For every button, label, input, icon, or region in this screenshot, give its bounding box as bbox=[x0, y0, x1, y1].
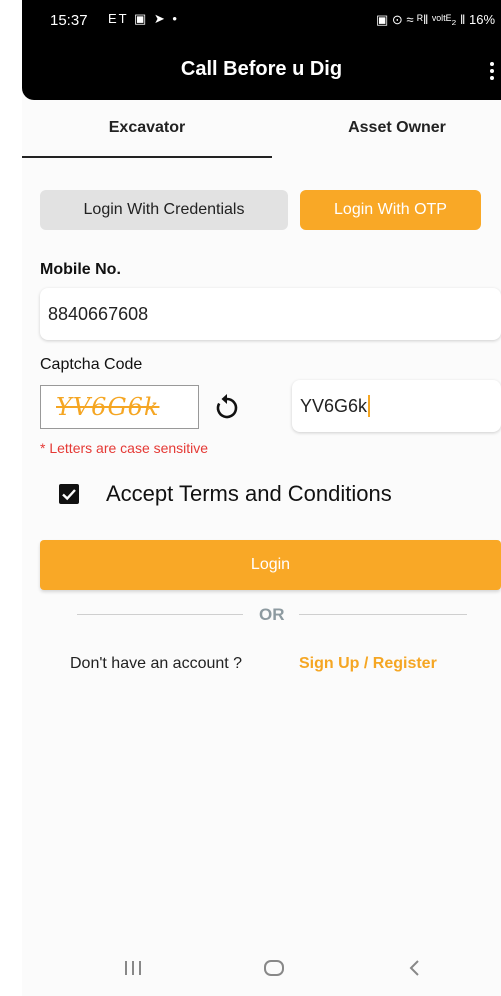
refresh-icon[interactable] bbox=[214, 393, 240, 421]
home-icon[interactable] bbox=[262, 958, 286, 983]
divider-right bbox=[299, 614, 467, 615]
captcha-input[interactable]: YV6G6k bbox=[292, 380, 501, 432]
recent-apps-icon[interactable] bbox=[122, 958, 144, 983]
terms-checkbox[interactable] bbox=[59, 484, 79, 504]
status-time: 15:37 bbox=[50, 12, 88, 29]
or-divider-text: OR bbox=[259, 605, 285, 624]
case-sensitive-hint: * Letters are case sensitive bbox=[40, 440, 209, 456]
captcha-label: Captcha Code bbox=[40, 356, 143, 373]
system-nav-bar bbox=[22, 940, 501, 996]
back-icon[interactable] bbox=[406, 958, 424, 983]
login-with-credentials-button[interactable]: Login With Credentials bbox=[40, 190, 288, 230]
tab-asset-owner[interactable]: Asset Owner bbox=[272, 100, 501, 156]
text-cursor bbox=[368, 395, 371, 417]
status-right-icons: ▣ ⊙ ≈ ᴿ‖ ᵛᵒˡᵗᴱ₂ ‖ 16% bbox=[376, 12, 495, 27]
status-bar: 15:37 ET ▣ ➤ • ▣ ⊙ ≈ ᴿ‖ ᵛᵒˡᵗᴱ₂ ‖ 16% bbox=[22, 0, 501, 46]
tab-excavator[interactable]: Excavator bbox=[22, 100, 272, 158]
captcha-input-value: YV6G6k bbox=[300, 395, 368, 416]
mobile-label: Mobile No. bbox=[40, 261, 121, 278]
app-screen: 15:37 ET ▣ ➤ • ▣ ⊙ ≈ ᴿ‖ ᵛᵒˡᵗᴱ₂ ‖ 16% Cal… bbox=[22, 0, 501, 996]
role-tabs: Excavator Asset Owner bbox=[22, 100, 501, 158]
login-button[interactable]: Login bbox=[40, 540, 501, 590]
signup-question: Don't have an account ? bbox=[70, 655, 243, 672]
captcha-image: YV6G6k bbox=[40, 385, 199, 429]
mobile-input[interactable]: 8840667608 bbox=[40, 288, 501, 340]
mobile-input-value: 8840667608 bbox=[48, 303, 149, 324]
captcha-code-text: YV6G6k bbox=[56, 393, 160, 421]
terms-label[interactable]: Accept Terms and Conditions bbox=[106, 481, 392, 507]
more-vert-icon[interactable] bbox=[489, 60, 495, 82]
signup-register-link[interactable]: Sign Up / Register bbox=[299, 655, 437, 673]
divider-left bbox=[77, 614, 243, 615]
app-title: Call Before u Dig bbox=[180, 58, 343, 80]
status-left-icons: ET ▣ ➤ • bbox=[108, 11, 179, 26]
login-with-otp-button[interactable]: Login With OTP bbox=[300, 190, 481, 230]
top-bar: 15:37 ET ▣ ➤ • ▣ ⊙ ≈ ᴿ‖ ᵛᵒˡᵗᴱ₂ ‖ 16% Cal… bbox=[22, 0, 501, 100]
